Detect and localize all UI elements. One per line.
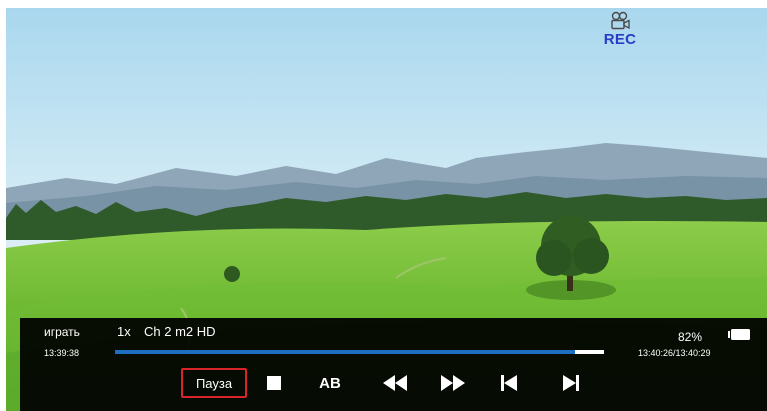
transport-controls: Пауза AB [20,368,767,398]
playback-mode: играть [44,325,80,339]
next-button[interactable] [558,368,584,398]
playback-control-panel: играть 1x Ch 2 m2 HD 13:39:38 82% 13:40:… [20,318,767,411]
fast-forward-button[interactable] [438,368,468,398]
channel-name: Ch 2 m2 HD [144,324,216,339]
video-camera-icon [611,11,630,30]
pause-button[interactable]: Пауза [181,368,247,398]
battery-icon [728,329,750,340]
previous-button[interactable] [496,368,522,398]
current-time: 13:39:38 [44,348,80,358]
rewind-icon [383,375,407,391]
volume-percent: 82% [678,330,703,344]
skip-previous-icon [501,375,517,391]
stop-icon [267,376,281,390]
progress-bar[interactable] [115,350,604,354]
rewind-button[interactable] [380,368,410,398]
ab-repeat-button[interactable]: AB [315,368,345,398]
skip-next-icon [563,375,579,391]
progress-fill [115,350,575,354]
recording-indicator: REC [597,11,643,55]
total-time: 13:40:26/13:40:29 [638,348,711,358]
recording-label: REC [603,31,637,48]
stop-button[interactable] [264,368,284,398]
fast-forward-icon [441,375,465,391]
playback-speed: 1x [117,324,131,339]
